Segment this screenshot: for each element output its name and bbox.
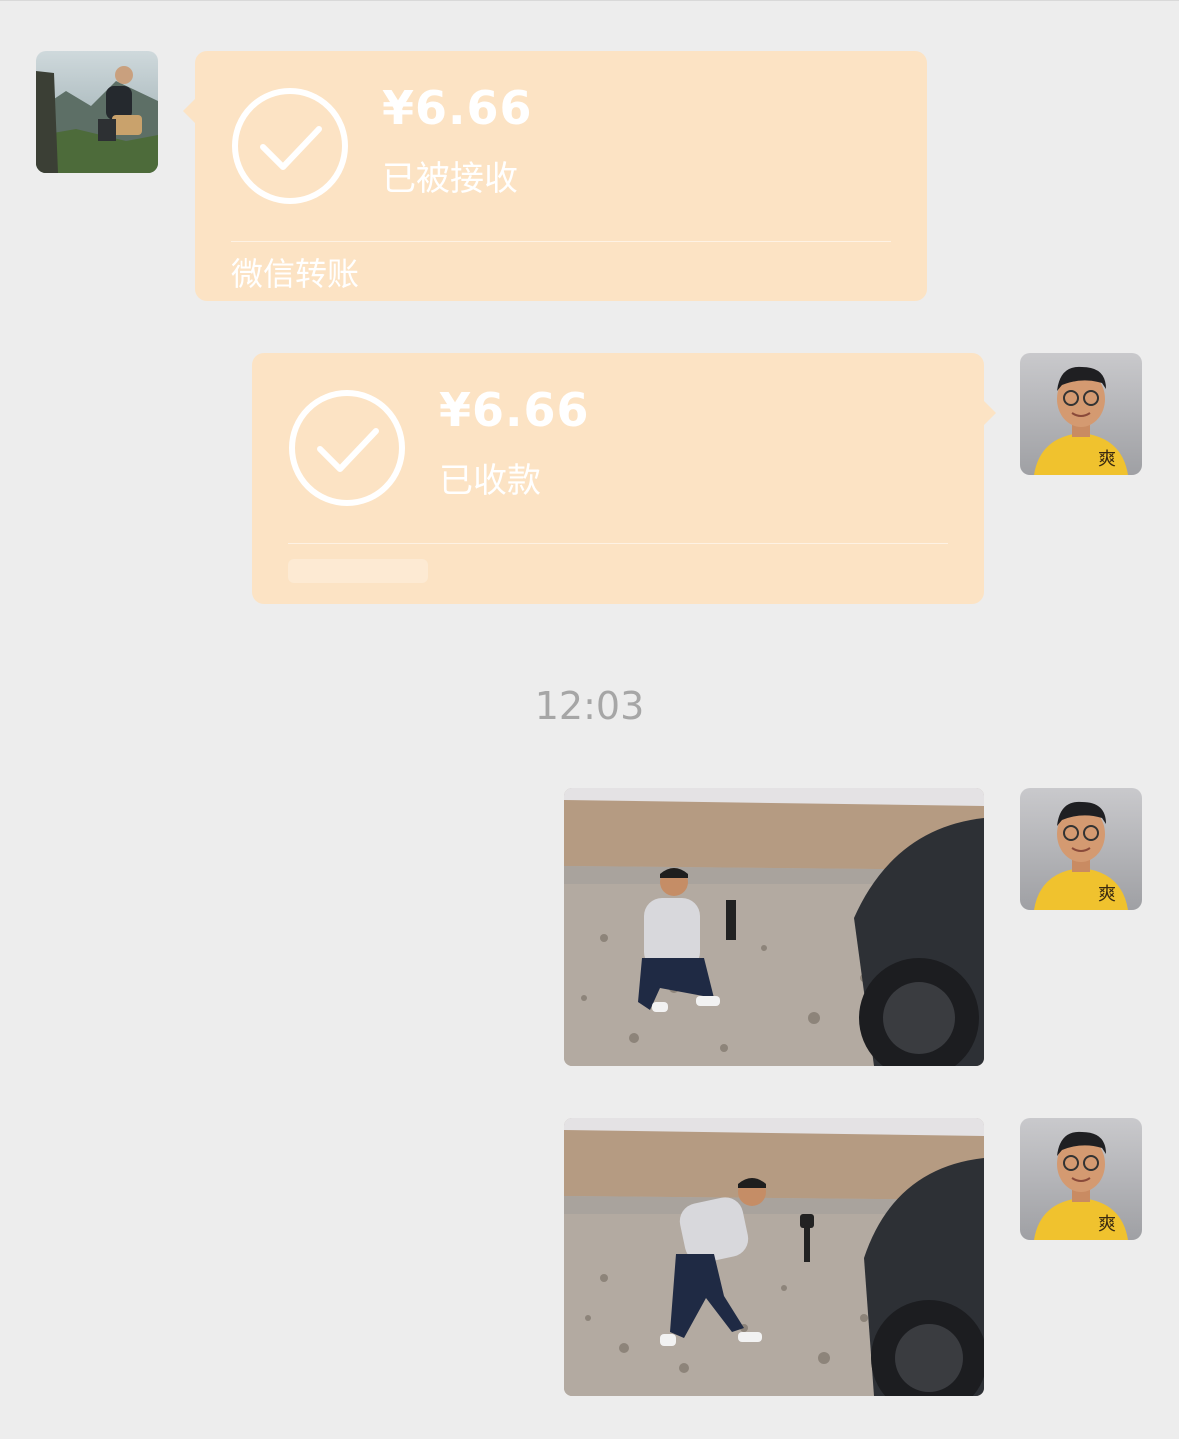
bubble-tail [183, 99, 195, 123]
contact-avatar-image [36, 51, 158, 173]
bubble-divider [288, 543, 948, 544]
transfer-amount: ¥6.66 [382, 81, 533, 135]
svg-text:爽: 爽 [1098, 449, 1116, 470]
transfer-footer-label: 微信转账 [231, 255, 360, 293]
svg-text:爽: 爽 [1098, 884, 1116, 905]
transfer-bubble-received[interactable]: ¥6.66 已被接收 微信转账 [183, 51, 927, 301]
my-avatar-image: 爽 [1020, 788, 1142, 910]
transfer-bubble-collected[interactable]: ¥6.66 已收款 [252, 353, 996, 604]
photo-message[interactable] [564, 788, 984, 1066]
my-avatar[interactable]: 爽 [1020, 1118, 1142, 1240]
my-avatar-image: 爽 [1020, 353, 1142, 475]
my-avatar[interactable]: 爽 [1020, 353, 1142, 475]
my-avatar[interactable]: 爽 [1020, 788, 1142, 910]
photo-image [564, 1118, 984, 1396]
bubble-divider [231, 241, 891, 242]
transfer-status: 已被接收 [382, 159, 518, 199]
top-divider [0, 0, 1179, 1]
transfer-amount: ¥6.66 [439, 383, 590, 437]
contact-avatar[interactable] [36, 51, 158, 173]
transfer-status: 已收款 [439, 461, 541, 501]
bubble-tail [984, 401, 996, 425]
my-avatar-image: 爽 [1020, 1118, 1142, 1240]
check-circle-icon [289, 390, 405, 506]
photo-image [564, 788, 984, 1066]
svg-text:爽: 爽 [1098, 1214, 1116, 1235]
photo-message[interactable] [564, 1118, 984, 1396]
check-circle-icon [232, 88, 348, 204]
message-timestamp: 12:03 [534, 684, 645, 728]
transfer-footer-faint [288, 559, 428, 583]
